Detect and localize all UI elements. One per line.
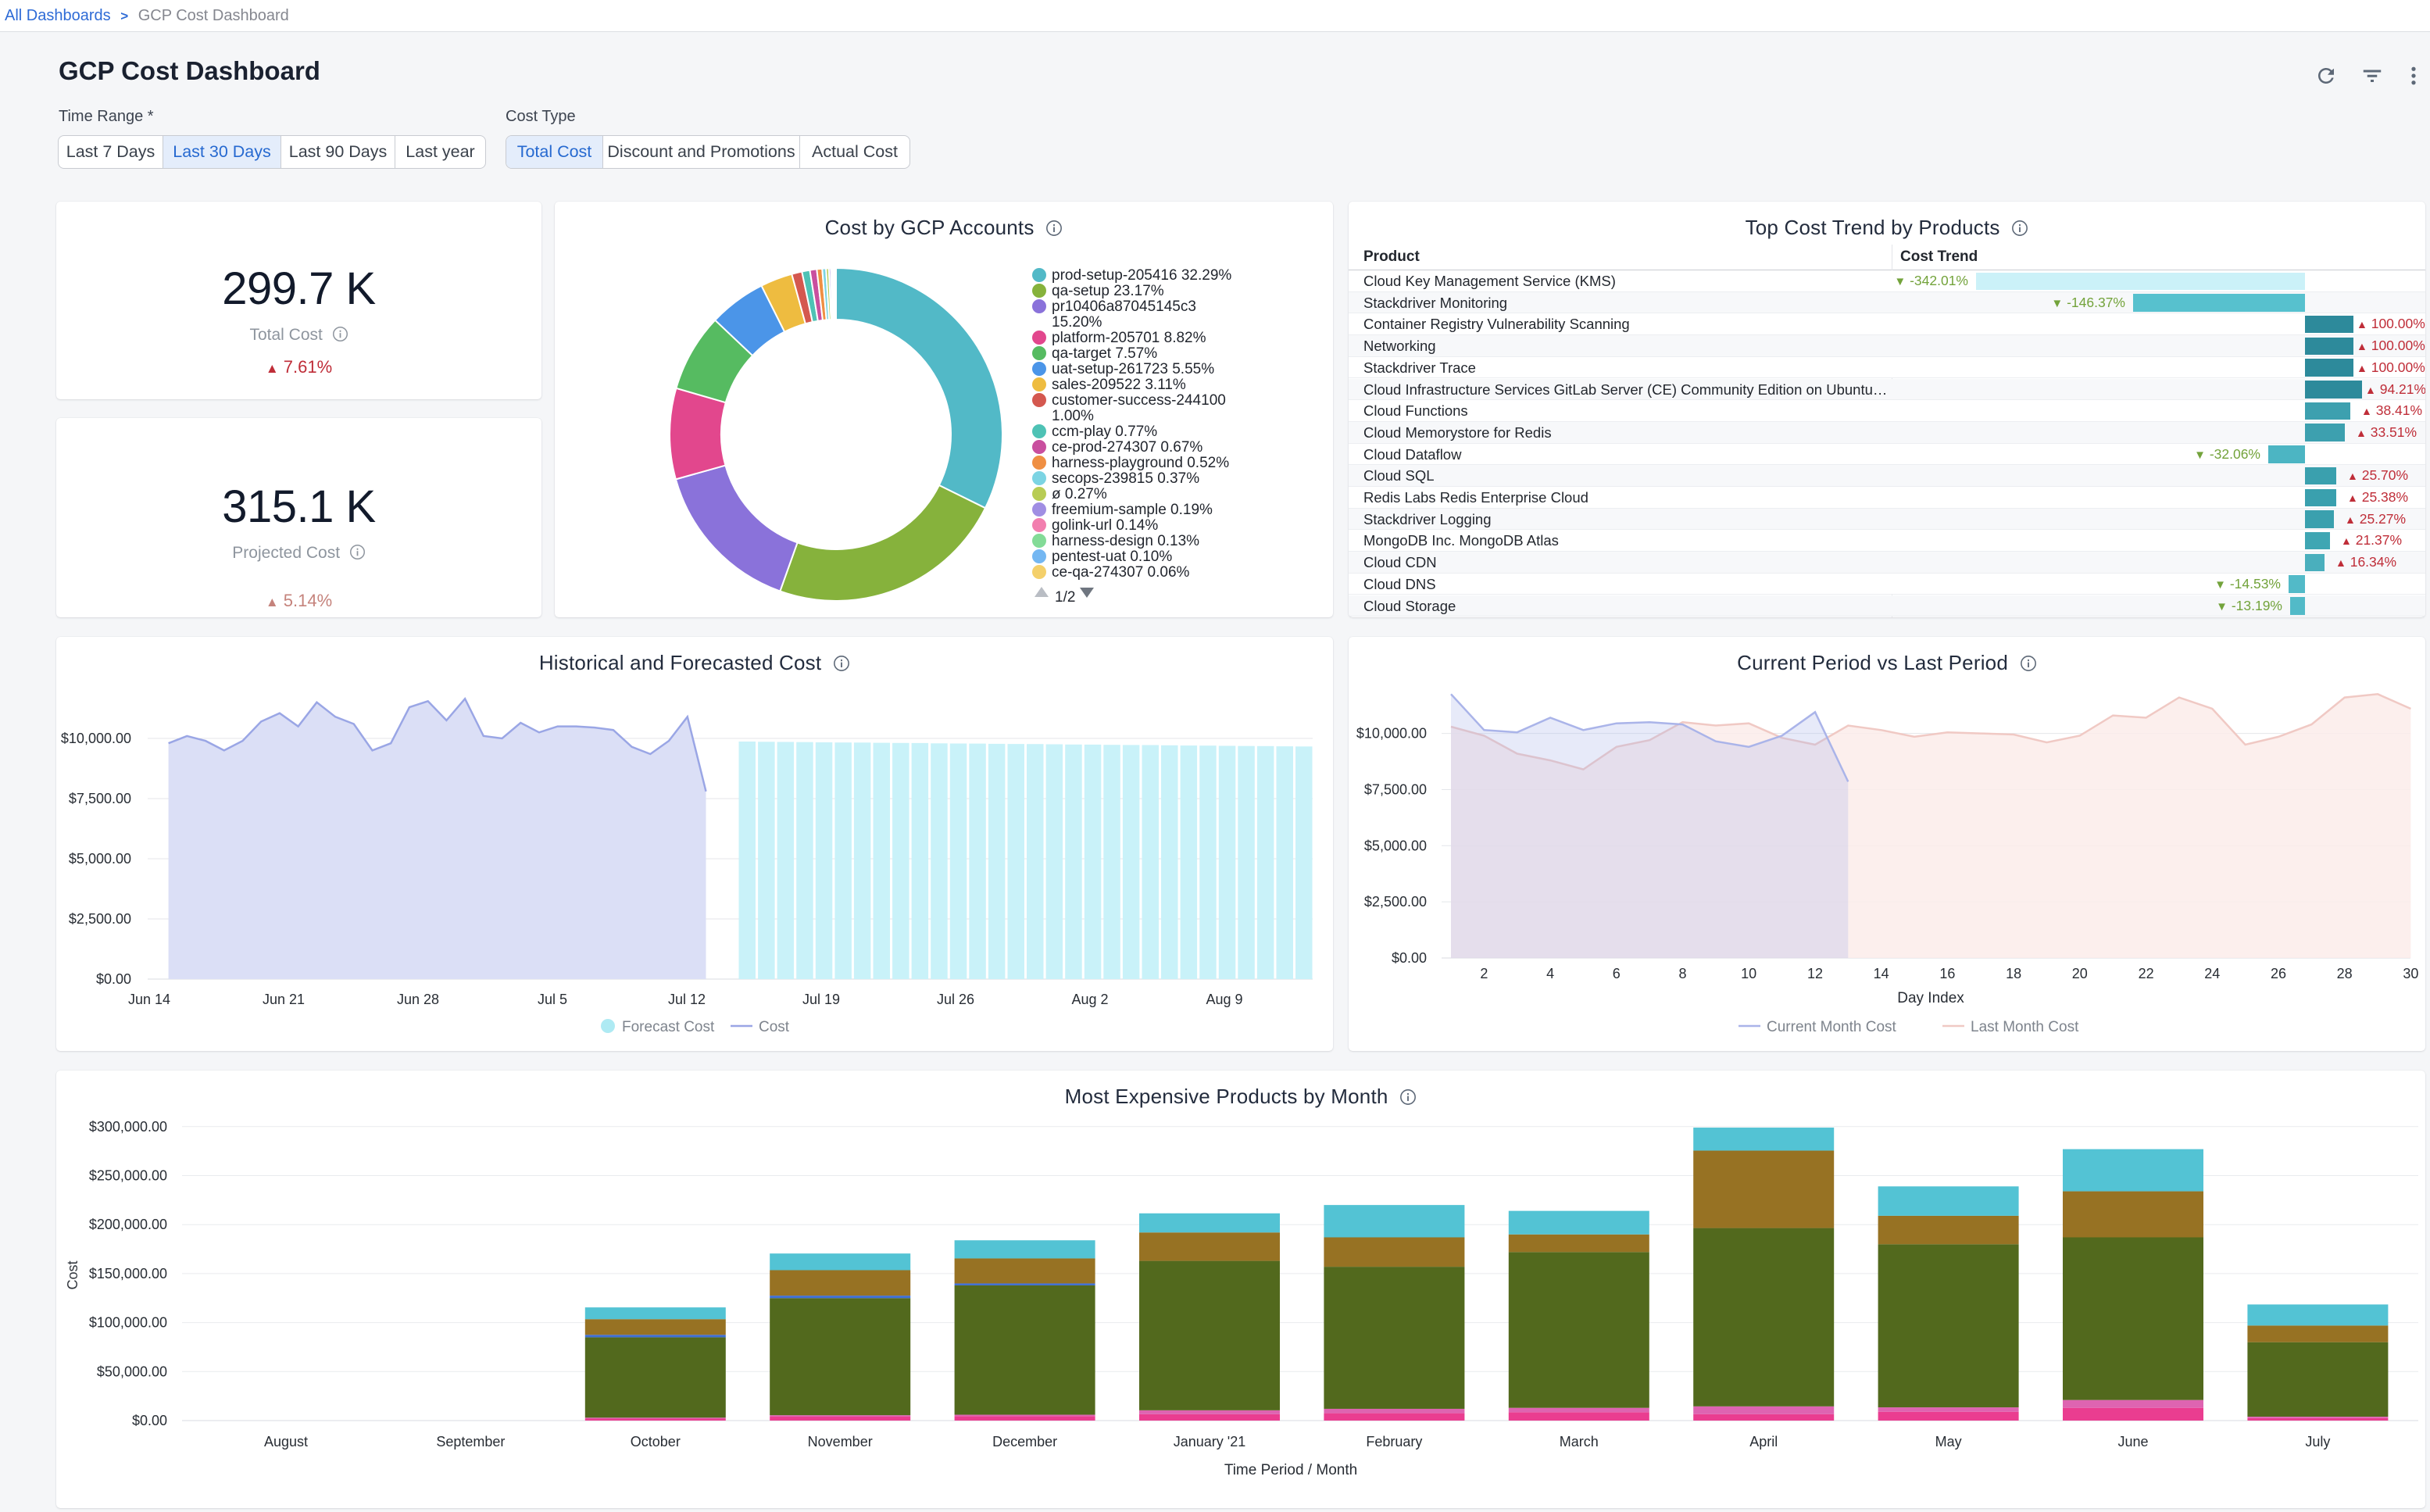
svg-text:$0.00: $0.00 — [1392, 950, 1427, 966]
svg-text:September: September — [436, 1434, 505, 1449]
svg-text:ce-prod-274307 0.67%: ce-prod-274307 0.67% — [1052, 439, 1202, 456]
svg-text:Jul 5: Jul 5 — [538, 992, 567, 1007]
svg-text:platform-205701 8.82%: platform-205701 8.82% — [1052, 330, 1206, 346]
svg-text:$50,000.00: $50,000.00 — [97, 1364, 167, 1379]
svg-text:$7,500.00: $7,500.00 — [1364, 782, 1427, 798]
svg-text:$300,000.00: $300,000.00 — [89, 1119, 167, 1135]
svg-text:harness-playground 0.52%: harness-playground 0.52% — [1052, 455, 1229, 471]
svg-text:12: 12 — [1807, 966, 1823, 981]
svg-text:Aug 9: Aug 9 — [1206, 992, 1242, 1007]
svg-text:$10,000.00: $10,000.00 — [1356, 726, 1427, 742]
svg-text:Jun 21: Jun 21 — [263, 992, 305, 1007]
svg-text:Jun 28: Jun 28 — [397, 992, 439, 1007]
svg-text:Time Period / Month: Time Period / Month — [1224, 1462, 1357, 1478]
svg-text:Jul 19: Jul 19 — [802, 992, 840, 1007]
svg-text:14: 14 — [1874, 966, 1889, 981]
svg-text:August: August — [264, 1434, 308, 1449]
svg-text:customer-success-244100: customer-success-244100 — [1052, 392, 1226, 409]
svg-text:$7,500.00: $7,500.00 — [69, 791, 131, 806]
svg-text:pentest-uat 0.10%: pentest-uat 0.10% — [1052, 549, 1172, 565]
svg-text:$0.00: $0.00 — [132, 1413, 167, 1428]
svg-text:sales-209522 3.11%: sales-209522 3.11% — [1052, 377, 1186, 393]
svg-text:$2,500.00: $2,500.00 — [69, 911, 131, 927]
svg-text:26: 26 — [2271, 966, 2286, 981]
svg-text:pr10406a87045145c3: pr10406a87045145c3 — [1052, 298, 1196, 315]
svg-text:$250,000.00: $250,000.00 — [89, 1168, 167, 1184]
svg-text:May: May — [1935, 1434, 1962, 1449]
svg-text:30: 30 — [2403, 966, 2418, 981]
svg-text:February: February — [1366, 1434, 1422, 1449]
svg-text:1.00%: 1.00% — [1052, 408, 1094, 424]
svg-text:$5,000.00: $5,000.00 — [69, 851, 131, 867]
svg-text:Jul 26: Jul 26 — [937, 992, 974, 1007]
svg-text:18: 18 — [2006, 966, 2021, 981]
svg-text:Aug 2: Aug 2 — [1071, 992, 1108, 1007]
svg-text:8: 8 — [1678, 966, 1686, 981]
svg-text:December: December — [992, 1434, 1057, 1449]
svg-text:Jul 12: Jul 12 — [668, 992, 706, 1007]
svg-text:2: 2 — [1480, 966, 1488, 981]
svg-text:10: 10 — [1741, 966, 1756, 981]
svg-text:ccm-play 0.77%: ccm-play 0.77% — [1052, 424, 1157, 440]
svg-text:golink-url 0.14%: golink-url 0.14% — [1052, 517, 1158, 534]
svg-text:November: November — [808, 1434, 873, 1449]
svg-text:$2,500.00: $2,500.00 — [1364, 894, 1427, 910]
svg-text:qa-target 7.57%: qa-target 7.57% — [1052, 345, 1157, 362]
svg-text:$0.00: $0.00 — [96, 971, 131, 987]
svg-text:20: 20 — [2072, 966, 2088, 981]
svg-text:22: 22 — [2139, 966, 2154, 981]
svg-text:June: June — [2117, 1434, 2148, 1449]
svg-text:January '21: January '21 — [1174, 1434, 1246, 1449]
svg-text:$200,000.00: $200,000.00 — [89, 1217, 167, 1232]
svg-text:Cost: Cost — [65, 1260, 80, 1289]
svg-text:15.20%: 15.20% — [1052, 314, 1102, 331]
svg-text:1/2: 1/2 — [1055, 589, 1075, 606]
svg-text:$5,000.00: $5,000.00 — [1364, 838, 1427, 853]
svg-text:28: 28 — [2337, 966, 2353, 981]
svg-text:Jun 14: Jun 14 — [128, 992, 170, 1007]
svg-text:March: March — [1560, 1434, 1599, 1449]
svg-text:Current Month Cost: Current Month Cost — [1767, 1019, 1897, 1035]
svg-text:freemium-sample 0.19%: freemium-sample 0.19% — [1052, 502, 1213, 518]
svg-text:ce-qa-274307 0.06%: ce-qa-274307 0.06% — [1052, 564, 1190, 581]
svg-text:secops-239815 0.37%: secops-239815 0.37% — [1052, 470, 1199, 487]
svg-text:Forecast Cost: Forecast Cost — [622, 1019, 715, 1035]
svg-text:April: April — [1749, 1434, 1778, 1449]
svg-text:uat-setup-261723 5.55%: uat-setup-261723 5.55% — [1052, 361, 1214, 377]
svg-text:$10,000.00: $10,000.00 — [61, 731, 131, 746]
svg-text:$100,000.00: $100,000.00 — [89, 1315, 167, 1331]
svg-text:16: 16 — [1939, 966, 1955, 981]
svg-text:qa-setup 23.17%: qa-setup 23.17% — [1052, 283, 1164, 299]
svg-text:4: 4 — [1546, 966, 1554, 981]
svg-text:July: July — [2305, 1434, 2330, 1449]
svg-text:Day Index: Day Index — [1897, 990, 1964, 1006]
svg-text:$150,000.00: $150,000.00 — [89, 1266, 167, 1281]
svg-text:Last Month Cost: Last Month Cost — [1971, 1019, 2079, 1035]
svg-text:24: 24 — [2204, 966, 2220, 981]
svg-text:prod-setup-205416 32.29%: prod-setup-205416 32.29% — [1052, 267, 1231, 284]
svg-text:harness-design 0.13%: harness-design 0.13% — [1052, 533, 1199, 549]
svg-text:ø 0.27%: ø 0.27% — [1052, 486, 1107, 502]
svg-text:October: October — [631, 1434, 681, 1449]
svg-text:6: 6 — [1613, 966, 1621, 981]
svg-text:Cost: Cost — [759, 1019, 790, 1035]
